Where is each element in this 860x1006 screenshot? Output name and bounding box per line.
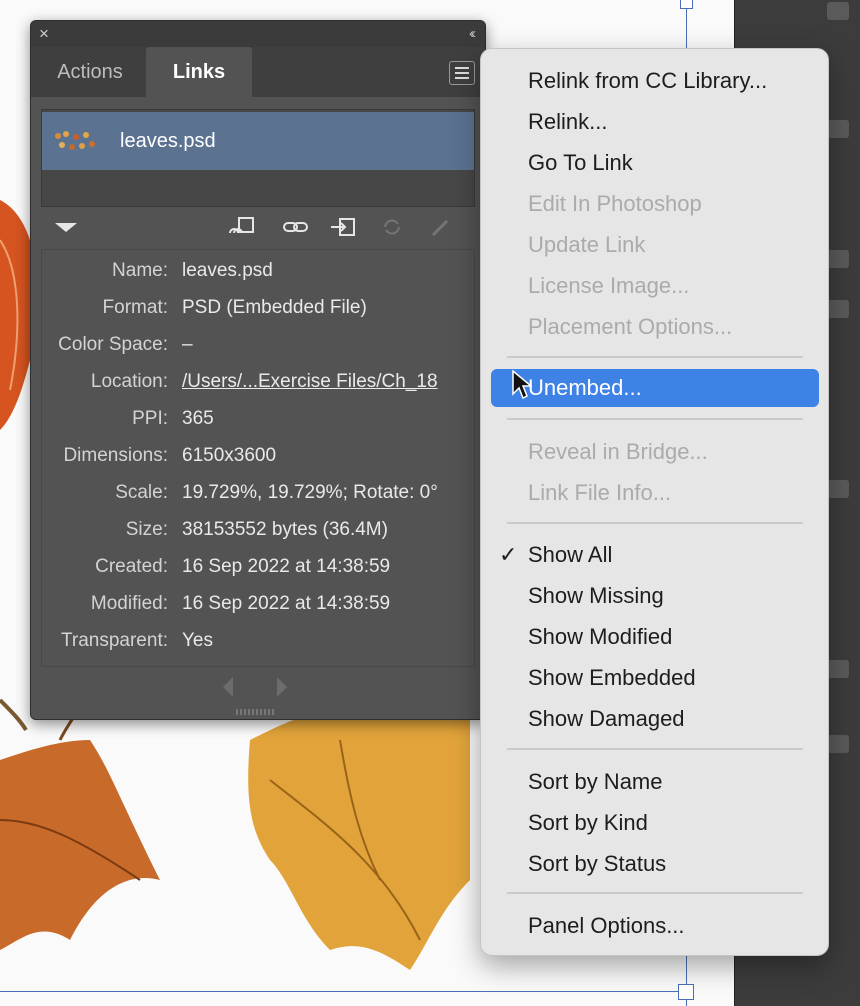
menu-item-update-link: Update Link <box>528 232 646 257</box>
menu-item-show-modified[interactable]: Show Modified <box>491 618 819 656</box>
info-row-dimensions: Dimensions: 6150x3600 <box>63 445 277 466</box>
checkmark-icon: ✓ <box>499 542 518 567</box>
dock-icon[interactable] <box>827 2 849 20</box>
go-to-link-icon[interactable] <box>329 215 359 239</box>
info-row-location: Location: /Users/...Exercise Files/Ch_18 <box>42 363 474 400</box>
close-icon[interactable]: × <box>39 25 49 42</box>
resize-grip-icon[interactable] <box>236 709 276 715</box>
update-link-icon <box>384 219 400 235</box>
link-name: leaves.psd <box>120 130 216 152</box>
panel-titlebar[interactable]: × ‹‹ <box>31 21 485 47</box>
leaves-thumbnail-icon <box>55 131 95 150</box>
info-row-color-space: Color Space: – <box>58 334 193 355</box>
menu-separator <box>507 522 803 524</box>
menu-item-relink[interactable]: Relink... <box>491 103 819 141</box>
tab-links[interactable]: Links <box>146 47 252 97</box>
menu-item-edit-in-photoshop: Edit In Photoshop <box>528 191 702 216</box>
next-link-icon[interactable] <box>277 677 287 697</box>
menu-item-go-to-link[interactable]: Go To Link <box>491 144 819 182</box>
menu-item-placement-options: Placement Options... <box>528 314 733 339</box>
link-info: Name: leaves.psd Format: PSD (Embedded F… <box>41 249 475 667</box>
dock-icon[interactable] <box>827 120 849 138</box>
edit-original-icon <box>431 219 449 237</box>
menu-item-panel-options[interactable]: Panel Options... <box>491 907 819 945</box>
frame-handle-bottom-right[interactable] <box>678 984 694 1000</box>
panel-menu-icon[interactable] <box>449 61 475 85</box>
info-row-transparent: Transparent: Yes <box>60 630 213 651</box>
artboard-edge-horizontal <box>0 991 690 992</box>
menu-item-unembed[interactable]: Unembed... <box>491 369 819 407</box>
info-row-format: Format: PSD (Embedded File) <box>102 297 367 318</box>
menu-separator <box>507 748 803 750</box>
menu-separator <box>507 892 803 894</box>
mouse-pointer-icon <box>512 370 532 400</box>
previous-link-icon[interactable] <box>223 677 233 697</box>
list-item[interactable]: leaves.psd <box>42 112 474 170</box>
menu-item-show-missing[interactable]: Show Missing <box>491 577 819 615</box>
info-row-scale: Scale: 19.729%, 19.729%; Rotate: 0° <box>115 482 438 503</box>
info-row-size: Size: 38153552 bytes (36.4M) <box>125 519 388 540</box>
panel-navigation <box>31 669 485 705</box>
menu-item-license-image: License Image... <box>528 273 690 298</box>
dock-icon[interactable] <box>827 250 849 268</box>
dock-icon[interactable] <box>827 300 849 318</box>
frame-handle-top[interactable] <box>680 0 693 9</box>
info-row-ppi: PPI: 365 <box>132 408 214 429</box>
relink-from-cc-library-icon[interactable] <box>227 215 257 239</box>
menu-item-sort-by-name[interactable]: Sort by Name <box>491 763 819 801</box>
info-row-name: Name: leaves.psd <box>112 260 273 281</box>
info-row-created: Created: 16 Sep 2022 at 14:38:59 <box>95 556 391 577</box>
links-panel: × ‹‹ Actions Links leaves.psd Name: leav… <box>30 20 486 720</box>
links-toolbar <box>41 209 473 245</box>
menu-item-link-file-info: Link File Info... <box>528 480 672 505</box>
menu-separator <box>507 418 803 420</box>
menu-item-sort-by-kind[interactable]: Sort by Kind <box>491 804 819 842</box>
dock-icon[interactable] <box>827 735 849 753</box>
relink-icon[interactable] <box>281 215 311 239</box>
menu-item-relink-from-cc-library[interactable]: Relink from CC Library... <box>491 62 819 100</box>
menu-item-show-damaged[interactable]: Show Damaged <box>491 700 819 738</box>
disclosure-triangle-icon[interactable] <box>55 223 77 232</box>
dock-icon[interactable] <box>827 660 849 678</box>
menu-separator <box>507 356 803 358</box>
location-link[interactable]: /Users/...Exercise Files/Ch_18 <box>182 363 438 400</box>
links-panel-menu: Relink from CC Library... Relink... Go T… <box>480 48 829 956</box>
panel-tab-strip: Actions Links <box>31 47 485 97</box>
links-list[interactable]: leaves.psd <box>41 109 475 207</box>
menu-item-reveal-in-bridge: Reveal in Bridge... <box>528 439 708 464</box>
menu-item-sort-by-status[interactable]: Sort by Status <box>491 845 819 883</box>
tab-actions[interactable]: Actions <box>37 47 143 97</box>
menu-item-show-all[interactable]: ✓ Show All <box>491 536 819 574</box>
collapse-panel-icon[interactable]: ‹‹ <box>469 25 476 42</box>
menu-item-show-embedded[interactable]: Show Embedded <box>491 659 819 697</box>
info-row-modified: Modified: 16 Sep 2022 at 14:38:59 <box>90 593 391 614</box>
dock-icon[interactable] <box>827 480 849 498</box>
